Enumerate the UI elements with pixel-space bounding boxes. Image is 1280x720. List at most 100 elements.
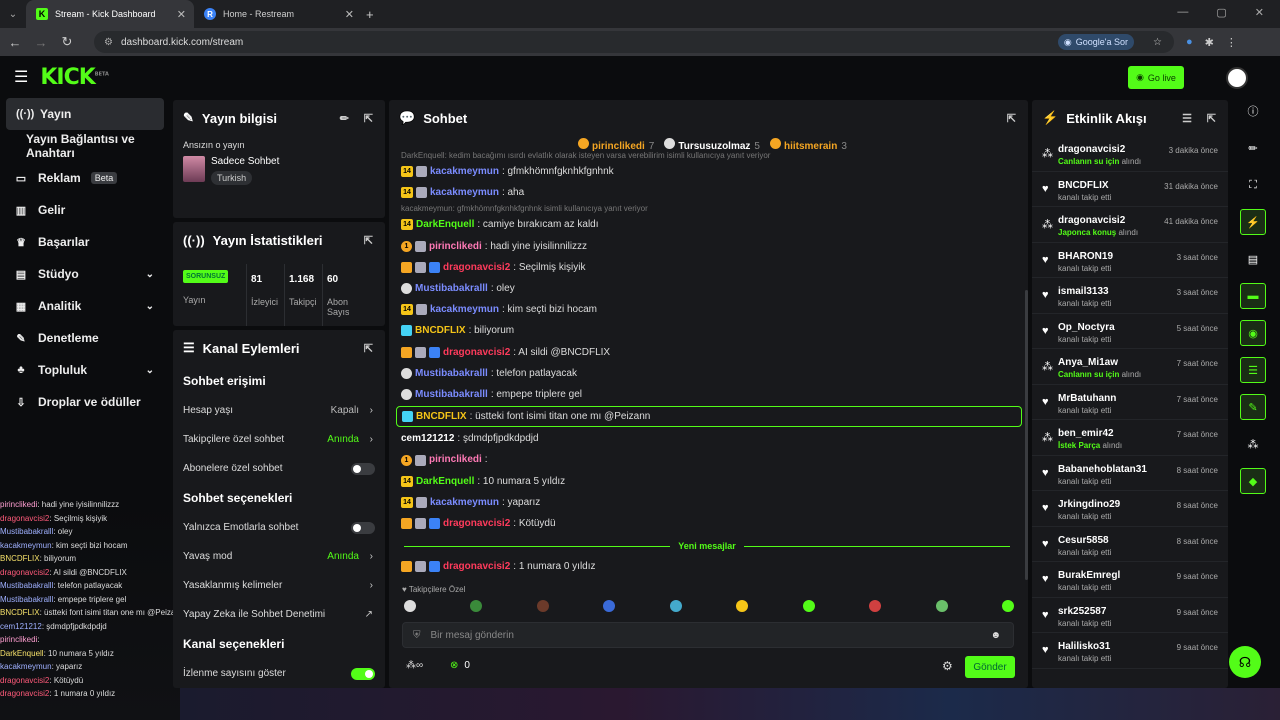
info-icon[interactable]: ⓘ	[1240, 98, 1266, 124]
menu-dots-icon[interactable]: ⋮	[1226, 36, 1237, 49]
activity-item[interactable]: ⁂ dragonavcisi2 Japonca konuş alındı 41 dak…	[1032, 207, 1228, 243]
tab-restream[interactable]: R Home - Restream ✕	[194, 0, 362, 28]
activity-item[interactable]: ⁂ Anya_Mi1aw Canlanın su için alındı 7 saat…	[1032, 349, 1228, 385]
back-icon[interactable]: ←	[8, 35, 22, 50]
sidebar-item-topluluk[interactable]: ♣ Topluluk ⌄	[0, 354, 170, 386]
chat-message[interactable]: BNCDFLIX: üstteki font isimi titan one m…	[396, 406, 1022, 428]
sidebar-item-droplar[interactable]: ⇩ Droplar ve ödüller	[0, 386, 170, 418]
close-window-icon[interactable]: ✕	[1255, 6, 1264, 19]
chat-username[interactable]: dragonavcisi2	[443, 556, 510, 577]
google-sor-button[interactable]: ◉ Google'a Sor	[1057, 34, 1134, 50]
emote-icon[interactable]	[404, 600, 416, 612]
chat-message[interactable]: Mustibabakralll: telefon patlayacak	[396, 363, 1022, 384]
new-tab-icon[interactable]: +	[366, 7, 374, 22]
chat-username[interactable]: dragonavcisi2	[443, 513, 510, 534]
activity-item[interactable]: ⁂ ben_emir42 İstek Parça alındı 7 saat önce	[1032, 420, 1228, 456]
emote-icon[interactable]	[935, 600, 948, 612]
sidebar-item-yayin[interactable]: ((·)) Yayın	[6, 98, 164, 130]
popout-icon[interactable]: ⇱	[1007, 112, 1016, 125]
url-field[interactable]: ⚙ dashboard.kick.com/stream ◉ Google'a S…	[94, 31, 1174, 53]
chat-message[interactable]: 14 kacakmeymun: gfmkhömnfgknhkfgnhnk	[396, 161, 1022, 182]
activity-item[interactable]: ♥ BNCDFLIX kanalı takip etti 31 dakika önce	[1032, 172, 1228, 207]
chat-bubble-icon[interactable]: ▬	[1240, 283, 1266, 309]
activity-item[interactable]: ♥ srk252587 kanalı takip etti 9 saat önce	[1032, 598, 1228, 633]
lightning-icon[interactable]: ⚡	[1240, 209, 1266, 235]
chat-message[interactable]: Mustibabakralll: empepe triplere gel	[396, 384, 1022, 405]
chat-message[interactable]: 14 DarkEnquell: camiye bırakıcam az kaldı	[396, 214, 1022, 235]
emoji-picker-icon[interactable]: ☻	[990, 630, 1001, 641]
activity-item[interactable]: ♥ BHARON19 kanalı takip etti 3 saat önce	[1032, 243, 1228, 278]
chat-username[interactable]: Mustibabakralll	[415, 363, 488, 384]
chat-username[interactable]: Mustibabakralll	[415, 384, 488, 405]
chat-username[interactable]: kacakmeymun	[430, 161, 499, 182]
chat-message[interactable]: 14 kacakmeymun: yaparız	[396, 492, 1022, 513]
activity-item[interactable]: ⁂ dragonavcisi2 Canlanın su için alındı 3 d…	[1032, 136, 1228, 172]
emote-only-toggle[interactable]	[351, 521, 375, 534]
new-messages-divider[interactable]: Yeni mesajlar	[396, 540, 1018, 552]
hamburger-menu-icon[interactable]: ☰	[14, 67, 28, 87]
chat-message[interactable]: 14 kacakmeymun: kim seçti bizi hocam	[396, 299, 1022, 320]
chat-username[interactable]: kacakmeymun	[430, 182, 499, 203]
chat-scrollbar[interactable]	[1025, 290, 1028, 580]
chat-settings-gear-icon[interactable]: ⚙	[942, 659, 953, 673]
extension-icon[interactable]: ●	[1186, 36, 1193, 48]
tag-icon[interactable]: ◆	[1240, 468, 1266, 494]
wrench-icon[interactable]: ✎	[1240, 394, 1266, 420]
setting-followers-only[interactable]: Takipçilere özel sohbet Anında ›	[173, 425, 385, 454]
reload-icon[interactable]: ↻	[60, 34, 74, 50]
setting-ai-moderation[interactable]: Yapay Zeka ile Sohbet Denetimi ↗	[173, 600, 385, 629]
activity-item[interactable]: ♥ Halilisko31 kanalı takip etti 9 saat önce	[1032, 633, 1228, 669]
sidebar-item-denetleme[interactable]: ✎ Denetleme	[0, 322, 170, 354]
chat-input[interactable]: ⛨ Bir mesaj gönderin ☻	[402, 622, 1014, 648]
popout-icon[interactable]: ⇱	[364, 342, 373, 355]
setting-slow-mode[interactable]: Yavaş mod Anında ›	[173, 542, 385, 571]
chat-message[interactable]: 1 pirinclikedi:	[396, 449, 1022, 470]
popout-icon[interactable]: ⇱	[364, 112, 373, 125]
chat-username[interactable]: cem121212	[401, 428, 454, 449]
setting-banned-words[interactable]: Yasaklanmış kelimeler ›	[173, 571, 385, 600]
chat-username[interactable]: BNCDFLIX	[415, 320, 466, 341]
expand-icon[interactable]: ⛶	[1240, 172, 1266, 198]
user-avatar[interactable]	[1226, 67, 1248, 89]
emote-icon[interactable]	[1001, 600, 1014, 612]
chat-username[interactable]: BNCDFLIX	[416, 406, 467, 427]
site-info-icon[interactable]: ⚙	[104, 37, 113, 48]
activity-item[interactable]: ♥ Op_Noctyra kanalı takip etti 5 saat önce	[1032, 314, 1228, 349]
bookmark-star-icon[interactable]: ☆	[1153, 37, 1162, 48]
chat-message[interactable]: BNCDFLIX: biliyorum	[396, 320, 1022, 341]
chat-username[interactable]: pirinclikedi	[429, 236, 482, 257]
activity-item[interactable]: ♥ BurakEmregl kanalı takip etti 9 saat önce	[1032, 562, 1228, 598]
subs-only-toggle[interactable]	[351, 462, 375, 475]
edit-pencil-icon[interactable]: ✏	[1240, 135, 1266, 161]
activity-item[interactable]: ♥ ismail3133 kanalı takip etti 3 saat önce	[1032, 278, 1228, 314]
popout-icon[interactable]: ⇱	[364, 234, 373, 247]
emote-icon[interactable]	[669, 600, 682, 612]
filter-icon[interactable]: ☰	[1182, 112, 1192, 125]
emote-icon[interactable]	[802, 600, 815, 612]
sidebar-item-studyo[interactable]: ▤ Stüdyo ⌄	[0, 258, 170, 290]
emote-icon[interactable]	[470, 600, 483, 612]
chat-message[interactable]: 1 pirinclikedi: hadi yine iyisilinnilizzz	[396, 236, 1022, 257]
close-tab-icon[interactable]: ✕	[345, 8, 354, 21]
close-tab-icon[interactable]: ✕	[177, 8, 186, 21]
sidebar-item-stream-key[interactable]: Yayın Bağlantısı ve Anahtarı	[0, 130, 170, 162]
tab-kick-dashboard[interactable]: K Stream - Kick Dashboard ✕	[26, 0, 194, 28]
sidebar-item-basarilar[interactable]: ♛ Başarılar	[0, 226, 170, 258]
emote-icon[interactable]	[736, 600, 749, 612]
activity-item[interactable]: ♥ MrBatuhann kanalı takip etti 7 saat önce	[1032, 385, 1228, 420]
category-name[interactable]: Sadece Sohbet	[211, 156, 279, 167]
chat-message[interactable]: dragonavcisi2: Kötüydü	[396, 513, 1022, 534]
activity-item[interactable]: ♥ Babanehoblatan31 kanalı takip etti 8 saat…	[1032, 456, 1228, 491]
setting-account-age[interactable]: Hesap yaşı Kapalı ›	[173, 396, 385, 425]
menu-icon[interactable]: ☰	[1240, 357, 1266, 383]
forward-icon[interactable]: →	[34, 35, 48, 50]
go-live-button[interactable]: ◉ Go live	[1128, 66, 1184, 89]
emote-icon[interactable]	[869, 600, 882, 612]
minimize-icon[interactable]: —	[1177, 6, 1188, 19]
sidebar-item-analitik[interactable]: ▦ Analitik ⌄	[0, 290, 170, 322]
edit-pencil-icon[interactable]: ✏	[340, 112, 349, 125]
infinity-icon[interactable]: ⁂∞	[406, 660, 423, 671]
tab-search-icon[interactable]: ⌄	[0, 9, 26, 20]
chat-username[interactable]: kacakmeymun	[430, 492, 499, 513]
chat-message[interactable]: 14 kacakmeymun: aha	[396, 182, 1022, 203]
